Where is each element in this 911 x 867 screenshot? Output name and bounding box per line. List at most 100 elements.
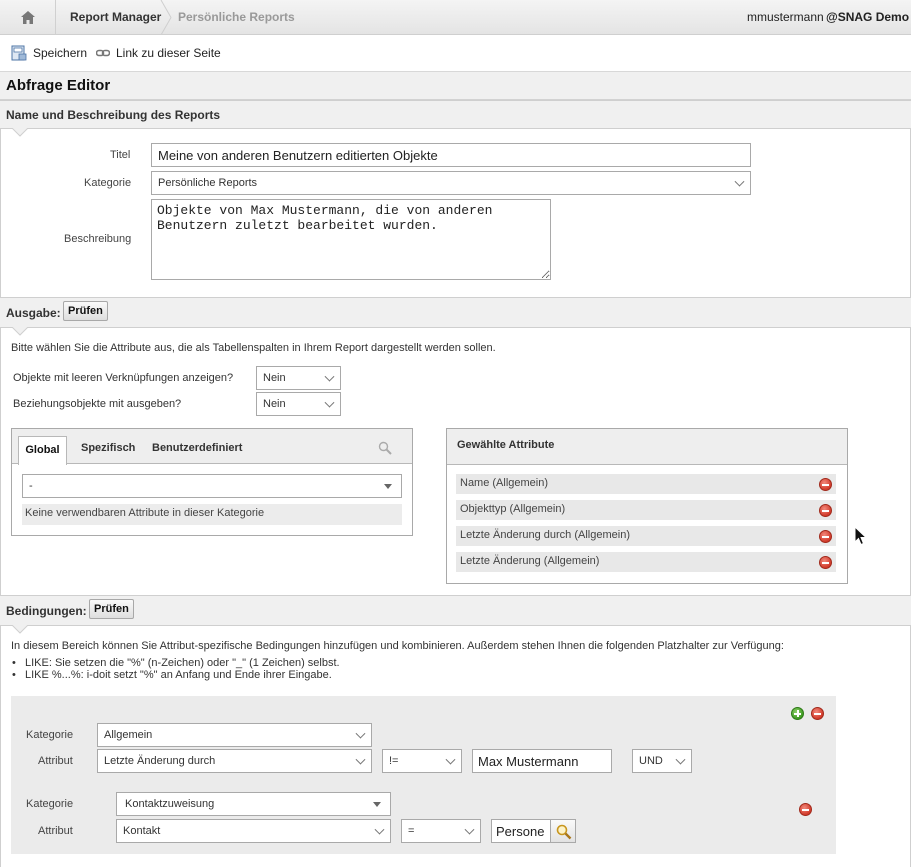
chevron-down-icon	[675, 754, 686, 765]
condition-operator-select[interactable]: !=	[382, 749, 462, 773]
tab-spezifisch[interactable]: Spezifisch	[81, 442, 135, 454]
selected-attribute-name: Letzte Änderung durch (Allgemein)	[460, 529, 630, 541]
chevron-down-icon	[464, 824, 475, 835]
condition-attribute-value: Kontakt	[123, 825, 161, 837]
condition-category-select[interactable]: Kontaktzuweisung	[116, 792, 391, 816]
output-section-header: Ausgabe: Prüfen	[0, 297, 911, 328]
selected-attribute-row[interactable]: Letzte Änderung durch (Allgemein)	[456, 526, 836, 546]
link-icon	[96, 49, 110, 57]
conditions-check-button[interactable]: Prüfen	[89, 599, 134, 619]
chevron-down-icon	[355, 728, 366, 739]
tab-global[interactable]: Global	[18, 436, 67, 465]
page-title: Abfrage Editor	[0, 72, 911, 100]
save-button-label: Speichern	[33, 46, 88, 60]
chevron-down-icon	[445, 754, 456, 765]
attribute-chooser-panel: Global Spezifisch Benutzerdefiniert - Ke…	[11, 428, 413, 536]
chevron-down-icon	[355, 754, 366, 765]
placeholder-hint-like: LIKE: Sie setzen die "%" (n-Zeichen) ode…	[25, 657, 340, 669]
remove-attribute-icon[interactable]	[819, 504, 832, 517]
condition-category-value: Kontaktzuweisung	[125, 798, 215, 810]
selected-attributes-title: Gewählte Attribute	[457, 439, 555, 451]
link-to-page-button[interactable]: Link zu dieser Seite	[96, 44, 221, 62]
empty-links-select-value: Nein	[263, 372, 286, 384]
chevron-down-icon	[324, 397, 335, 408]
selected-attribute-row[interactable]: Letzte Änderung (Allgemein)	[456, 552, 836, 572]
conditions-section-title: Bedingungen:	[6, 604, 87, 618]
attribute-select[interactable]: -	[22, 474, 402, 498]
relation-objects-label: Beziehungsobjekte mit ausgeben?	[13, 398, 182, 410]
no-attributes-message: Keine verwendbaren Attribute in dieser K…	[22, 504, 402, 525]
selected-attributes-header: Gewählte Attribute	[447, 429, 847, 465]
title-label: Titel	[110, 149, 131, 161]
title-input[interactable]	[151, 143, 751, 167]
condition-category-label: Kategorie	[26, 729, 74, 741]
caret-down-icon	[373, 802, 381, 807]
content-frame-left	[0, 100, 1, 867]
output-hint: Bitte wählen Sie die Attribute aus, die …	[11, 342, 496, 354]
description-textarea[interactable]: Objekte von Max Mustermann, die von ande…	[151, 199, 551, 280]
search-icon[interactable]	[378, 441, 392, 455]
user-name[interactable]: mmustermann	[747, 0, 824, 35]
save-button[interactable]: Speichern	[11, 44, 87, 62]
condition-operator-value: !=	[389, 755, 399, 767]
remove-attribute-icon[interactable]	[819, 556, 832, 569]
conditions-section-header: Bedingungen: Prüfen	[0, 595, 911, 626]
condition-connector-select[interactable]: UND	[632, 749, 692, 773]
condition-connector-value: UND	[639, 755, 663, 767]
tab-benutzerdefiniert[interactable]: Benutzerdefiniert	[152, 442, 242, 454]
condition-value-input[interactable]	[472, 749, 612, 773]
condition-operator-select[interactable]: =	[401, 819, 481, 843]
empty-links-select[interactable]: Nein	[256, 366, 341, 390]
conditions-intro: In diesem Bereich können Sie Attribut-sp…	[11, 640, 784, 652]
link-to-page-label: Link zu dieser Seite	[116, 46, 221, 60]
condition-category-value: Allgemein	[104, 729, 153, 741]
relation-objects-select[interactable]: Nein	[256, 392, 341, 416]
name-section-title: Name und Beschreibung des Reports	[6, 108, 221, 122]
chevron-down-icon	[734, 176, 745, 187]
breadcrumb-separator-icon	[160, 0, 172, 35]
category-select-value: Persönliche Reports	[158, 177, 258, 189]
attribute-select-value: -	[29, 480, 33, 492]
chevron-down-icon	[374, 824, 385, 835]
condition-contact-input[interactable]	[491, 819, 551, 843]
selected-attribute-row[interactable]: Objekttyp (Allgemein)	[456, 500, 836, 520]
magnifier-icon	[556, 824, 572, 840]
category-select[interactable]: Persönliche Reports	[151, 171, 751, 195]
output-section-title: Ausgabe:	[6, 306, 61, 320]
condition-category-select[interactable]: Allgemein	[97, 723, 372, 747]
remove-attribute-icon[interactable]	[819, 478, 832, 491]
remove-attribute-icon[interactable]	[819, 530, 832, 543]
condition-attribute-label: Attribut	[38, 755, 73, 767]
chevron-down-icon	[324, 371, 335, 382]
bullet-dot: •	[12, 657, 16, 669]
bullet-dot: •	[12, 669, 16, 681]
section-arrow-icon	[12, 327, 28, 336]
remove-condition-icon[interactable]	[811, 707, 824, 720]
home-button[interactable]	[0, 0, 56, 35]
tenant-name[interactable]: @SNAG Demo	[826, 0, 909, 35]
selected-attribute-row[interactable]: Name (Allgemein)	[456, 474, 836, 494]
save-icon	[11, 45, 27, 61]
relation-objects-select-value: Nein	[263, 398, 286, 410]
selected-attribute-name: Objekttyp (Allgemein)	[460, 503, 566, 515]
placeholder-hint-like-wildcard: LIKE %...%: i-doit setzt "%" an Anfang u…	[25, 669, 332, 681]
breadcrumb-persoenliche-reports[interactable]: Persönliche Reports	[178, 0, 295, 35]
name-section-header: Name und Beschreibung des Reports	[0, 100, 911, 129]
condition-operator-value: =	[408, 825, 415, 837]
breadcrumb-report-manager[interactable]: Report Manager	[70, 0, 161, 35]
category-label: Kategorie	[84, 177, 132, 189]
section-arrow-icon	[12, 625, 28, 634]
description-label: Beschreibung	[64, 233, 132, 245]
output-check-button[interactable]: Prüfen	[63, 301, 108, 321]
remove-condition-icon[interactable]	[799, 803, 812, 816]
condition-category-label: Kategorie	[26, 798, 74, 810]
contact-browse-button[interactable]	[550, 819, 576, 843]
selected-attribute-name: Name (Allgemein)	[460, 477, 549, 489]
empty-links-label: Objekte mit leeren Verknüpfungen anzeige…	[13, 372, 234, 384]
condition-attribute-select[interactable]: Letzte Änderung durch	[97, 749, 372, 773]
home-icon	[21, 11, 35, 24]
condition-attribute-select[interactable]: Kontakt	[116, 819, 391, 843]
selected-attribute-name: Letzte Änderung (Allgemein)	[460, 555, 600, 567]
condition-attribute-value: Letzte Änderung durch	[104, 755, 216, 767]
add-condition-icon[interactable]	[791, 707, 804, 720]
